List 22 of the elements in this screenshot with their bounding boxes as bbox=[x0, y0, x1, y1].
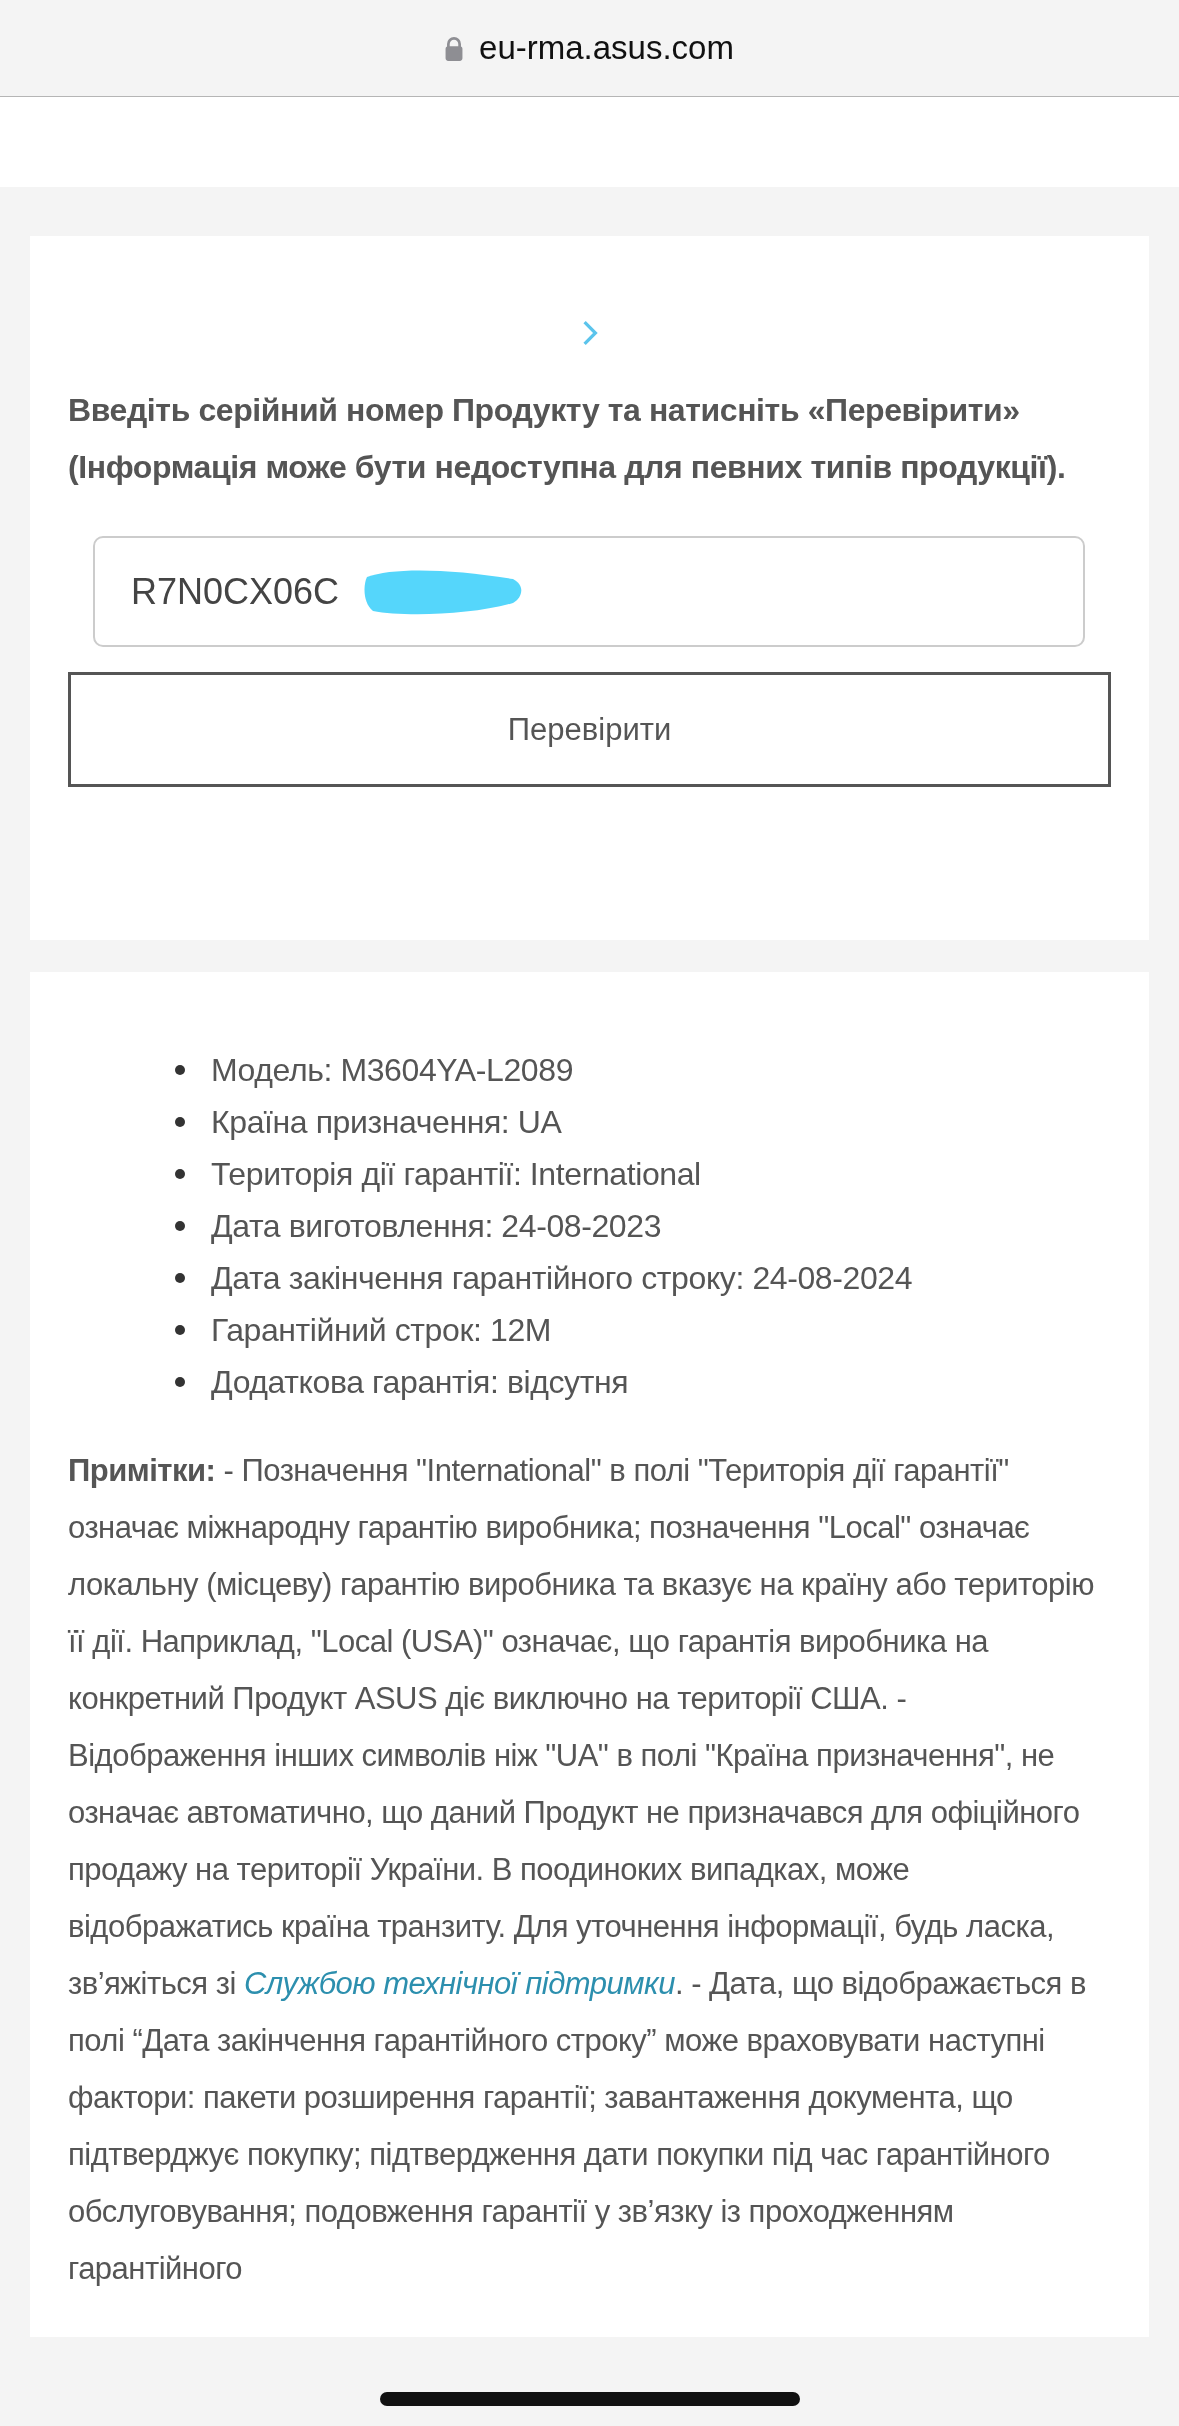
lock-icon bbox=[445, 35, 464, 61]
bullet-icon bbox=[175, 1325, 185, 1335]
product-info-item: Територія дії гарантії: International bbox=[211, 1155, 701, 1194]
bullet-icon bbox=[175, 1169, 185, 1179]
product-info-item: Дата виготовлення: 24-08-2023 bbox=[211, 1207, 662, 1246]
product-info-item: Дата закінчення гарантійного строку: 24-08-2024 bbox=[211, 1259, 913, 1298]
bullet-icon bbox=[175, 1273, 185, 1283]
check-button[interactable]: Перевірити bbox=[68, 672, 1111, 787]
support-link[interactable]: Службою технічної підтримки bbox=[243, 1966, 675, 2001]
bullet-icon bbox=[175, 1377, 185, 1387]
instruction-text: Введіть серійний номер Продукту та натисніть «Перевірити» (Інформація може бути недоступна для певних типів продукції). bbox=[68, 391, 1067, 487]
bullet-icon bbox=[175, 1065, 185, 1075]
bullet-icon bbox=[175, 1117, 185, 1127]
product-info-item: Модель: M3604YA-L2089 bbox=[211, 1051, 574, 1090]
bullet-icon bbox=[175, 1221, 185, 1231]
url-text: eu-rma.asus.com bbox=[479, 29, 734, 67]
serial-input-field[interactable]: R7N0CX06C bbox=[93, 536, 1085, 647]
chevron-right-icon bbox=[581, 320, 598, 346]
product-info-item: Країна призначення: UA bbox=[211, 1103, 562, 1142]
notes-paragraph: Примітки: - Позначення "International" в полі "Територія дії гарантії" означає міжнародну гарантію виробника; позначення "Local" означає локальну (місцеву) гарантію виробника та вказує на країну або територію її дії. Наприклад, "Local (USA)" означає, що гарантія виробника на конкретний Продукт ASUS діє виключно на території США. - Відображення інших символів ніж "UA" в полі "Країна призначення", не означає автоматично, що даний Продукт не призначався для офіційного продажу на території України. В поодиноких випадках, може відображатись країна транзиту. Для уточнення інформації, будь ласка, зв’яжіться зі Службою технічної підтримки. - Дата, що відображається в полі “Дата закінчення гарантійного строку” може враховувати наступні фактори: пакети розширення гарантії; завантаження документа, що підтверджує покупку; підтвердження дати покупки під час гарантійного обслуговування; подовження гарантії у зв’язку із проходженням гарантійного bbox=[68, 1452, 1095, 2288]
product-info-item: Гарантійний строк: 12M bbox=[211, 1311, 552, 1350]
product-info-item: Додаткова гарантія: відсутня bbox=[211, 1363, 629, 1402]
